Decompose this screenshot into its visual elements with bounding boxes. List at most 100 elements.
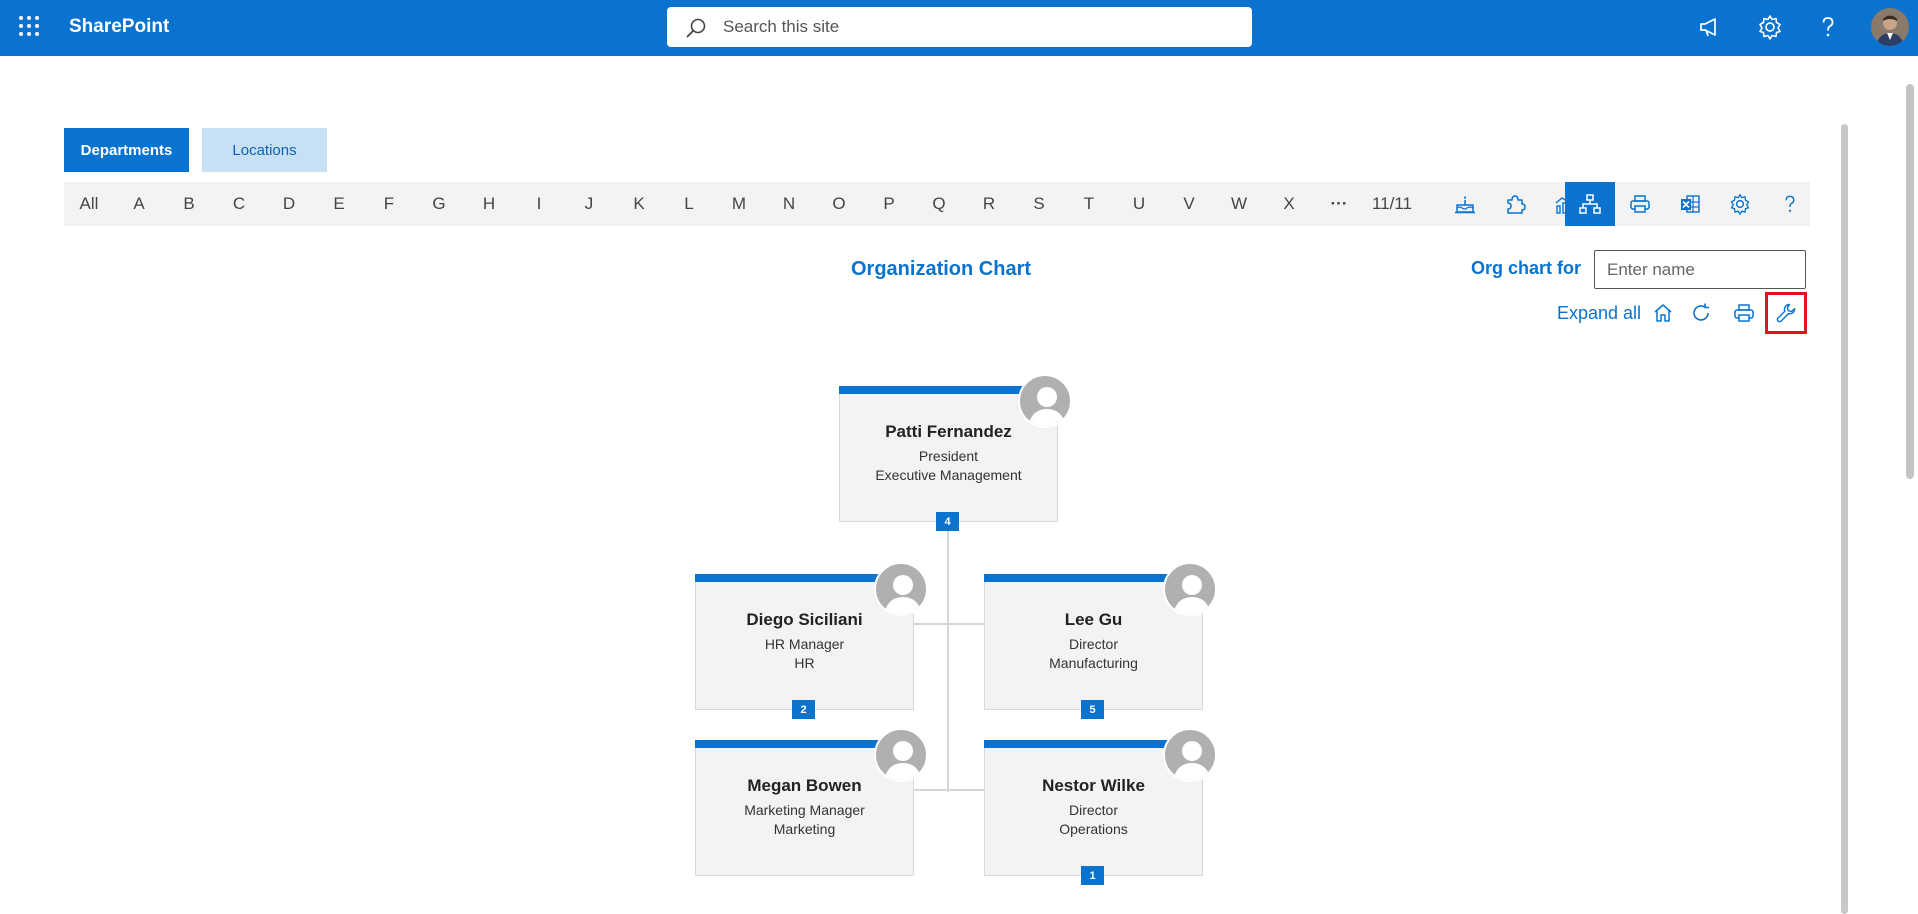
refresh-button[interactable] [1687, 299, 1715, 327]
reports-count-badge[interactable]: 4 [936, 512, 959, 531]
person-avatar-icon[interactable] [874, 562, 928, 616]
puzzle-tool[interactable] [1490, 182, 1540, 226]
wrench-icon [1776, 303, 1796, 323]
letter-filter-v[interactable]: V [1164, 182, 1214, 226]
page-count: 11/11 [1371, 194, 1413, 213]
person-department: Operations [1059, 821, 1128, 837]
reports-count-badge[interactable]: 1 [1081, 866, 1104, 885]
letter-filter-s[interactable]: S [1014, 182, 1064, 226]
letter-filter-w[interactable]: W [1214, 182, 1264, 226]
reports-count-badge[interactable]: 2 [792, 700, 815, 719]
person-department: Executive Management [875, 467, 1022, 483]
settings-icon [1730, 194, 1750, 215]
letter-filter-b[interactable]: B [164, 182, 214, 226]
page-scrollbar[interactable] [1906, 84, 1914, 479]
org-card[interactable]: Diego Siciliani HR Manager HR [695, 562, 928, 710]
print-tool[interactable] [1615, 182, 1665, 226]
help-icon[interactable] [1815, 14, 1841, 40]
person-name: Nestor Wilke [1042, 776, 1145, 795]
connector-row1 [914, 623, 984, 625]
tab-locations[interactable]: Locations [202, 128, 327, 172]
person-name: Megan Bowen [747, 776, 862, 795]
letter-filter-l[interactable]: L [664, 182, 714, 226]
settings-tool[interactable] [1715, 182, 1765, 226]
person-name: Diego Siciliani [746, 610, 863, 629]
org-chart-icon [1579, 194, 1601, 214]
print-chart-button[interactable] [1730, 299, 1758, 327]
expand-all-link[interactable]: Expand all [1557, 303, 1641, 324]
letter-filter-r[interactable]: R [964, 182, 1014, 226]
person-avatar-icon[interactable] [1018, 374, 1072, 428]
suite-header: SharePoint [0, 0, 1918, 56]
letter-filter-p[interactable]: P [864, 182, 914, 226]
export-excel-tool[interactable] [1665, 182, 1715, 226]
search-box[interactable] [667, 7, 1252, 47]
excel-icon [1681, 195, 1700, 213]
name-search-input[interactable] [1594, 250, 1806, 289]
org-card[interactable]: Nestor Wilke Director Operations [984, 728, 1217, 876]
letter-filter-x[interactable]: X [1264, 182, 1314, 226]
letter-filter-a[interactable]: A [114, 182, 164, 226]
letter-filter-h[interactable]: H [464, 182, 514, 226]
search-icon [686, 18, 706, 38]
reports-count-badge[interactable]: 5 [1081, 700, 1104, 719]
person-department: HR [794, 655, 815, 671]
letter-filter-m[interactable]: M [714, 182, 764, 226]
app-launcher-icon[interactable] [18, 15, 40, 37]
home-button[interactable] [1649, 299, 1677, 327]
org-chart-tool[interactable] [1565, 182, 1615, 226]
print-icon [1734, 304, 1754, 322]
person-department: Manufacturing [1049, 655, 1138, 671]
letter-filter-j[interactable]: J [564, 182, 614, 226]
connector-trunk [947, 530, 949, 792]
letter-filter-f[interactable]: F [364, 182, 414, 226]
letter-filter-e[interactable]: E [314, 182, 364, 226]
person-avatar-icon[interactable] [1163, 562, 1217, 616]
person-title: Director [1068, 636, 1118, 652]
letter-filter-t[interactable]: T [1064, 182, 1114, 226]
gear-icon[interactable] [1757, 14, 1783, 40]
birthday-cake-icon [1455, 196, 1475, 214]
letter-filter-q[interactable]: Q [914, 182, 964, 226]
person-title: HR Manager [764, 636, 845, 652]
letter-filter-o[interactable]: O [814, 182, 864, 226]
configure-button[interactable] [1765, 292, 1807, 334]
refresh-icon [1693, 303, 1709, 321]
person-department: Marketing [773, 821, 836, 837]
megaphone-icon[interactable] [1697, 14, 1723, 40]
letter-filter-i[interactable]: I [514, 182, 564, 226]
app-name[interactable]: SharePoint [69, 16, 169, 38]
letter-filter-n[interactable]: N [764, 182, 814, 226]
page-title: Organization Chart [851, 258, 1032, 280]
help-icon [1785, 195, 1795, 212]
home-icon [1654, 304, 1672, 322]
person-avatar-icon[interactable] [874, 728, 928, 782]
letter-filter-u[interactable]: U [1114, 182, 1164, 226]
letter-filter-g[interactable]: G [414, 182, 464, 226]
user-avatar[interactable] [1871, 8, 1909, 46]
tab-departments[interactable]: Departments [64, 128, 189, 172]
person-title: President [918, 448, 979, 464]
alphabet-filter-bar: All A B C D E F G H I J K L M N O P Q R … [64, 182, 1810, 226]
org-card[interactable]: Lee Gu Director Manufacturing [984, 562, 1217, 710]
person-title: Director [1068, 802, 1118, 818]
person-name: Lee Gu [1064, 610, 1123, 629]
connector-row2 [914, 789, 984, 791]
org-card-root[interactable]: Patti Fernandez President Executive Mana… [839, 374, 1072, 522]
more-letters-button[interactable]: ··· [1314, 182, 1364, 226]
letter-filter-c[interactable]: C [214, 182, 264, 226]
person-name: Patti Fernandez [885, 422, 1012, 441]
search-input[interactable] [721, 15, 1221, 39]
org-card[interactable]: Megan Bowen Marketing Manager Marketing [695, 728, 928, 876]
org-chart-for-label: Org chart for [1471, 258, 1582, 278]
puzzle-icon [1507, 195, 1526, 214]
person-avatar-icon[interactable] [1163, 728, 1217, 782]
print-icon [1630, 195, 1650, 213]
person-title: Marketing Manager [744, 802, 865, 818]
letter-filter-k[interactable]: K [614, 182, 664, 226]
help-tool[interactable] [1765, 182, 1815, 226]
letter-filter-d[interactable]: D [264, 182, 314, 226]
letter-filter-all[interactable]: All [64, 182, 114, 226]
birthday-tool[interactable] [1440, 182, 1490, 226]
content-scrollbar[interactable] [1841, 124, 1848, 914]
